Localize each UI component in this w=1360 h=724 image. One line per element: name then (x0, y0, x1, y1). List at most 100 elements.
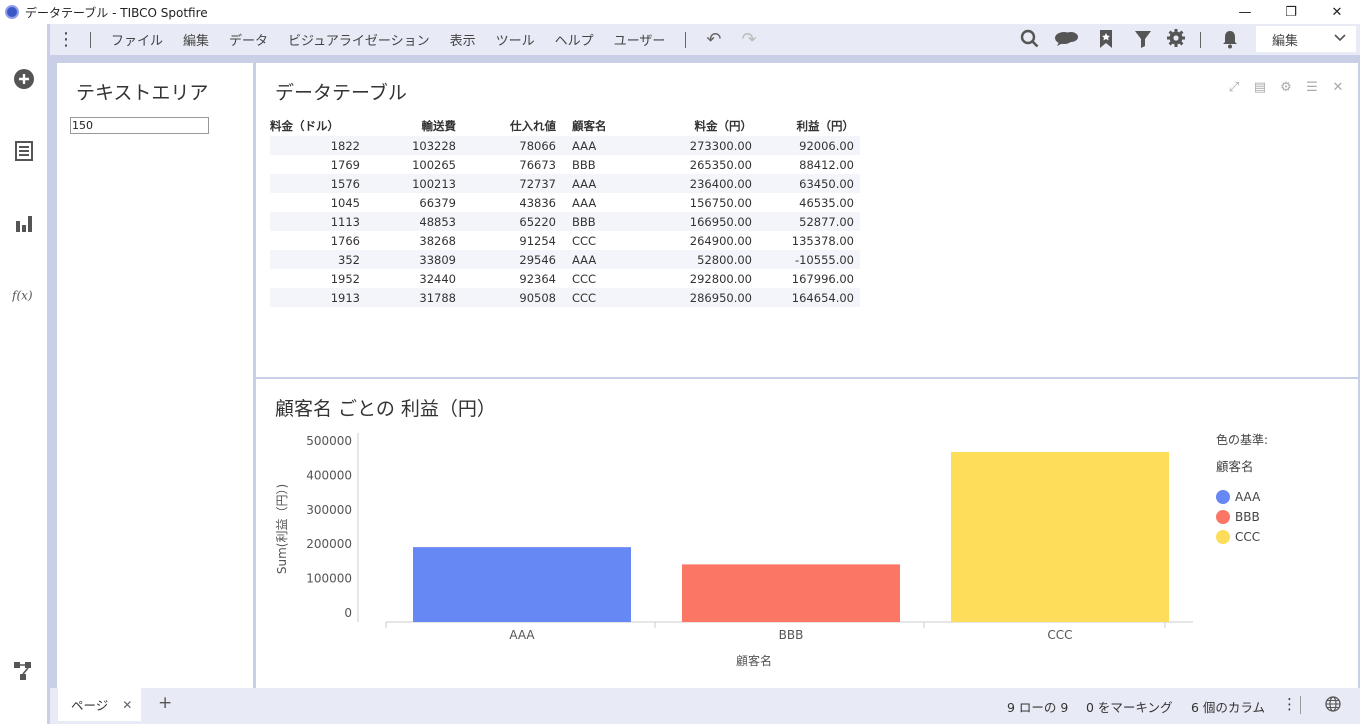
chevron-down-icon (1334, 31, 1346, 47)
table-row[interactable]: 1952 32440 92364 CCC 292800.00 167996.00 (270, 269, 860, 288)
row-count: 9 ローの 9 (1007, 700, 1069, 715)
visualization-types-icon[interactable] (12, 211, 36, 235)
title-bar: データテーブル - TIBCO Spotfire — ❐ ✕ (0, 0, 1360, 24)
menu-help[interactable]: ヘルプ (545, 30, 604, 49)
filter-icon[interactable] (1134, 29, 1152, 53)
bar-ccc (951, 451, 1169, 622)
table-cell: 166950.00 (658, 212, 758, 231)
undo-button[interactable]: ↶ (696, 29, 731, 50)
table-row[interactable]: 1113 48853 65220 BBB 166950.00 52877.00 (270, 212, 860, 231)
minimize-button[interactable]: — (1222, 0, 1268, 24)
legend-label: BBB (1235, 509, 1260, 524)
legend-label: AAA (1235, 489, 1261, 504)
table-cell: 65220 (462, 212, 562, 231)
add-data-icon[interactable] (12, 67, 36, 91)
table-row[interactable]: 1045 66379 43836 AAA 156750.00 46535.00 (270, 193, 860, 212)
x-axis-title: 顧客名 (736, 653, 772, 668)
bell-icon[interactable] (1222, 29, 1238, 53)
files-and-data-icon[interactable] (12, 139, 36, 163)
authoring-sidebar: f(x) (0, 24, 50, 724)
export-table-icon[interactable]: ▤ (1250, 80, 1270, 95)
table-cell: 90508 (462, 288, 562, 307)
status-divider (1300, 696, 1301, 714)
table-cell: 265350.00 (689, 157, 752, 172)
add-page-button[interactable]: + (158, 693, 172, 713)
column-header[interactable]: 料金（ドル） (270, 116, 360, 136)
data-functions-icon[interactable]: f(x) (12, 283, 36, 307)
text-area-input[interactable] (70, 117, 209, 134)
column-header[interactable]: 料金（円） (658, 116, 758, 136)
properties-gear-icon[interactable]: ⚙ (1276, 80, 1296, 95)
column-header[interactable]: 仕入れ値 (462, 116, 562, 136)
table-cell: 1913 (270, 288, 360, 307)
menu-divider (90, 31, 91, 48)
close-window-button[interactable]: ✕ (1314, 0, 1360, 24)
table-row[interactable]: 1576 100213 72737 AAA 236400.00 63450.00 (270, 174, 860, 193)
menu-visualization[interactable]: ビジュアライゼーション (278, 30, 440, 49)
column-header[interactable]: 輸送費 (360, 116, 462, 136)
window-title: データテーブル - TIBCO Spotfire (25, 5, 208, 20)
mode-dropdown-label: 編集 (1272, 33, 1299, 49)
table-cell: 92006.00 (758, 136, 860, 155)
table-cell: 286950.00 (658, 288, 758, 307)
x-tick-label: CCC (1047, 628, 1072, 642)
column-header[interactable]: 顧客名 (562, 116, 658, 136)
chat-icon[interactable] (1054, 29, 1080, 53)
table-row[interactable]: 1913 31788 90508 CCC 286950.00 164654.00 (270, 288, 860, 307)
legend-title: 色の基準: (1216, 433, 1269, 447)
table-header-row: 料金（ドル） 輸送費 仕入れ値 顧客名 料金（円） 利益（円） (270, 116, 860, 136)
text-area-panel (57, 63, 253, 688)
status-more-icon[interactable]: ⋮ (1282, 695, 1297, 713)
legend-label: CCC (1235, 529, 1261, 544)
table-cell: 292800.00 (689, 271, 752, 286)
table-cell: 236400.00 (658, 174, 758, 193)
table-cell: AAA (562, 136, 658, 155)
table-cell: 63450.00 (758, 174, 860, 193)
menu-user[interactable]: ユーザー (604, 30, 676, 49)
table-row[interactable]: 1766 38268 91254 CCC 264900.00 135378.00 (270, 231, 860, 250)
menu-tools[interactable]: ツール (486, 30, 545, 49)
status-bar: ページ ✕ + 9 ローの 9 0 をマーキング 6 個のカラム ⋮ (50, 688, 1360, 724)
table-title: データテーブル (275, 82, 407, 104)
table-cell: 52800.00 (658, 250, 758, 269)
page-tab[interactable]: ページ ✕ (58, 688, 141, 721)
table-cell: 72737 (462, 174, 562, 193)
bar-chart: 0 100000 200000 300000 400000 500000 AAA BBB CCC… (275, 433, 1193, 668)
table-cell: 66379 (419, 195, 456, 210)
close-page-icon[interactable]: ✕ (122, 698, 132, 712)
table-row[interactable]: 1822 103228 78066 AAA 273300.00 92006.00 (270, 136, 860, 155)
mode-dropdown[interactable]: 編集 (1256, 26, 1356, 52)
bookmark-icon[interactable] (1098, 29, 1114, 53)
menu-file[interactable]: ファイル (101, 30, 173, 49)
restore-button[interactable]: ❐ (1268, 0, 1314, 24)
more-menu-icon[interactable]: ⋮ (52, 29, 80, 50)
data-canvas-icon[interactable] (12, 659, 36, 683)
globe-icon[interactable] (1325, 696, 1341, 715)
search-icon[interactable] (1020, 29, 1040, 53)
legend-item[interactable]: CCC (1216, 529, 1268, 544)
gear-icon[interactable] (1166, 28, 1186, 52)
table-cell: 100213 (360, 174, 462, 193)
table-row[interactable]: 352 33809 29546 AAA 52800.00 -10555.00 (270, 250, 860, 269)
legend-item[interactable]: BBB (1216, 509, 1268, 524)
table-cell: 78066 (462, 136, 562, 155)
table-cell: 1045 (330, 195, 360, 210)
maximize-icon[interactable]: ⤢ (1224, 80, 1244, 95)
table-cell: 1766 (330, 233, 360, 248)
menu-edit[interactable]: 編集 (173, 30, 219, 49)
table-cell: 88412.00 (799, 157, 854, 172)
table-cell: 103228 (360, 136, 462, 155)
menu-data[interactable]: データ (219, 30, 278, 49)
table-cell: AAA (562, 250, 658, 269)
table-cell: 1952 (330, 271, 360, 286)
svg-text:f(x): f(x) (12, 289, 33, 303)
table-cell: 48853 (360, 212, 462, 231)
table-cell: CCC (562, 288, 658, 307)
redo-button[interactable]: ↷ (732, 29, 767, 50)
table-row[interactable]: 1769 100265 76673 BBB 265350.00 88412.00 (270, 155, 860, 174)
close-visual-icon[interactable]: ✕ (1328, 80, 1348, 95)
legend-item[interactable]: AAA (1216, 489, 1268, 504)
column-header[interactable]: 利益（円） (758, 116, 860, 136)
menu-view[interactable]: 表示 (440, 30, 486, 49)
legend-list-icon[interactable]: ☰ (1302, 80, 1322, 95)
